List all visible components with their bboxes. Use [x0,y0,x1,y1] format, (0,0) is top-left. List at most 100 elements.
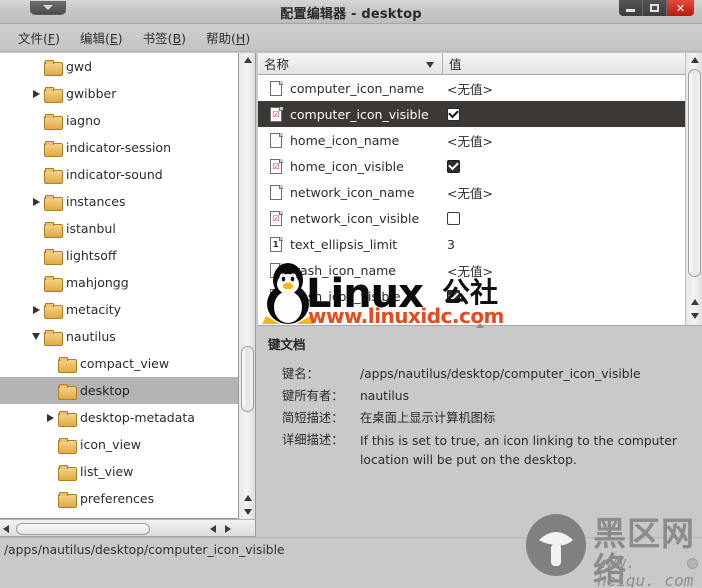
list-scroll-up-button[interactable] [686,53,702,67]
key-row-computer_icon_visible[interactable]: ☑ computer_icon_visible [258,101,685,127]
key-value-cell[interactable]: <无值> [443,131,685,150]
tree-item-istanbul[interactable]: istanbul [0,215,238,242]
tree-item-label: lightsoff [66,248,117,263]
doc-value-key-name: /apps/nautilus/desktop/computer_icon_vis… [360,367,641,381]
list-scrollbar-thumb[interactable] [688,69,701,277]
minimize-icon [626,8,635,12]
pane-resize-handle[interactable] [474,321,486,329]
key-row-home_icon_name[interactable]: home_icon_name <无值> [258,127,685,153]
key-row-network_icon_visible[interactable]: ☑ network_icon_visible [258,205,685,231]
key-value-cell[interactable] [443,107,685,121]
key-name-cell: ☑ network_icon_visible [258,210,443,226]
key-value-cell[interactable]: <无值> [443,79,685,98]
doc-field-long-desc: 详细描述： If this is set to true, an icon li… [282,432,692,470]
title-bar: 配置编辑器 - desktop ✕ [0,0,702,24]
column-header-value[interactable]: 值 [443,53,702,74]
tree-rows: gwd gwibber iagno indicator-session indicato… [0,53,238,518]
tree-item-sidebar_panels[interactable]: sidebar_panels [0,512,238,518]
tree-item-icon_view[interactable]: icon_view [0,431,238,458]
expander-collapsed-icon[interactable] [28,188,44,215]
menu-item-bookmarks[interactable]: 书签(B) [133,25,196,50]
arrow-right-icon[interactable] [225,525,231,533]
key-name-cell: 1 text_ellipsis_limit [258,236,443,252]
checkbox-unchecked-icon[interactable] [447,211,460,225]
key-row-text_ellipsis_limit[interactable]: 1 text_ellipsis_limit 3 [258,231,685,257]
tree-item-desktop-metadata[interactable]: desktop-metadata [0,404,238,431]
window-controls: ✕ [619,0,694,16]
key-row-home_icon_visible[interactable]: ☑ home_icon_visible [258,153,685,179]
expander-collapsed-icon[interactable] [42,512,58,518]
list-scroll-up-button-2[interactable] [686,295,702,309]
folder-icon [44,140,63,157]
tree-item-nautilus[interactable]: nautilus [0,323,238,350]
tree-item-indicator-sound[interactable]: indicator-sound [0,161,238,188]
key-value-cell[interactable] [443,211,685,225]
column-header-name[interactable]: 名称 [258,53,443,74]
list-vertical-scrollbar[interactable] [685,53,702,325]
tree-item-instances[interactable]: instances [0,188,238,215]
expander-placeholder [28,269,44,296]
tree-item-gwibber[interactable]: gwibber [0,80,238,107]
arrow-up-icon [690,299,699,305]
tree-item-metacity[interactable]: metacity [0,296,238,323]
tree-scroll-down-button[interactable] [239,505,256,519]
tree-scroll-up-button[interactable] [239,53,256,67]
tree-item-desktop[interactable]: desktop [0,377,238,404]
tree-item-indicator-session[interactable]: indicator-session [0,134,238,161]
key-value-cell[interactable] [443,289,685,303]
key-documentation-pane: 键文档 键名： /apps/nautilus/desktop/computer_… [258,325,702,537]
tree-horizontal-scrollbar[interactable] [0,519,256,537]
key-value-cell[interactable]: <无值> [443,261,685,280]
expander-expanded-icon[interactable] [28,323,44,350]
tree-item-gwd[interactable]: gwd [0,53,238,80]
arrow-left-icon-2[interactable] [210,525,216,533]
arrow-down-icon [690,313,699,319]
tree-scrollbar-thumb[interactable] [241,346,254,412]
expander-placeholder [42,377,58,404]
key-row-trash_icon_name[interactable]: trash_icon_name <无值> [258,257,685,283]
menu-item-file[interactable]: 文件(F) [8,25,70,50]
key-value-cell[interactable] [443,159,685,173]
menu-item-help[interactable]: 帮助(H) [196,25,260,50]
expander-placeholder [42,458,58,485]
tree-vertical-scrollbar[interactable] [239,53,256,519]
key-row-computer_icon_name[interactable]: computer_icon_name <无值> [258,75,685,101]
key-row-network_icon_name[interactable]: network_icon_name <无值> [258,179,685,205]
key-value-cell[interactable]: 3 [443,237,685,252]
list-scroll-down-button[interactable] [686,309,702,323]
tree-item-lightsoff[interactable]: lightsoff [0,242,238,269]
tree-item-preferences[interactable]: preferences [0,485,238,512]
minimize-button[interactable] [619,0,643,16]
tree-item-label: desktop [80,383,130,398]
tree-scroll-up-button-2[interactable] [239,491,256,505]
tree-item-iagno[interactable]: iagno [0,107,238,134]
doc-label-long-desc: 详细描述： [282,433,344,447]
directory-tree[interactable]: gwd gwibber iagno indicator-session indicato… [0,53,239,519]
checkbox-checked-icon[interactable] [447,289,460,303]
arrow-down-icon [243,509,252,515]
tree-item-label: gwd [66,59,93,74]
tree-item-list_view[interactable]: list_view [0,458,238,485]
key-name-label: trash_icon_visible [290,288,401,304]
string-key-icon [270,132,283,148]
arrow-up-icon [690,57,699,63]
maximize-button[interactable] [643,0,667,16]
tree-item-compact_view[interactable]: compact_view [0,350,238,377]
expander-placeholder [42,485,58,512]
checkbox-checked-icon[interactable] [447,107,460,121]
maximize-icon [650,4,659,12]
close-button[interactable]: ✕ [667,0,694,16]
arrow-left-icon[interactable] [3,525,9,533]
key-list-header: 名称 值 [258,53,702,75]
tree-item-mahjongg[interactable]: mahjongg [0,269,238,296]
tree-hscrollbar-thumb[interactable] [16,523,150,535]
key-value-cell[interactable]: <无值> [443,183,685,202]
key-name-label: computer_icon_visible [290,106,429,122]
menu-item-edit[interactable]: 编辑(E) [70,25,133,50]
boolean-key-icon: ☑ [270,106,283,122]
expander-collapsed-icon[interactable] [28,80,44,107]
expander-collapsed-icon[interactable] [42,404,58,431]
expander-collapsed-icon[interactable] [28,296,44,323]
key-row-trash_icon_visible[interactable]: ☑ trash_icon_visible [258,283,685,309]
checkbox-checked-icon[interactable] [447,159,460,173]
